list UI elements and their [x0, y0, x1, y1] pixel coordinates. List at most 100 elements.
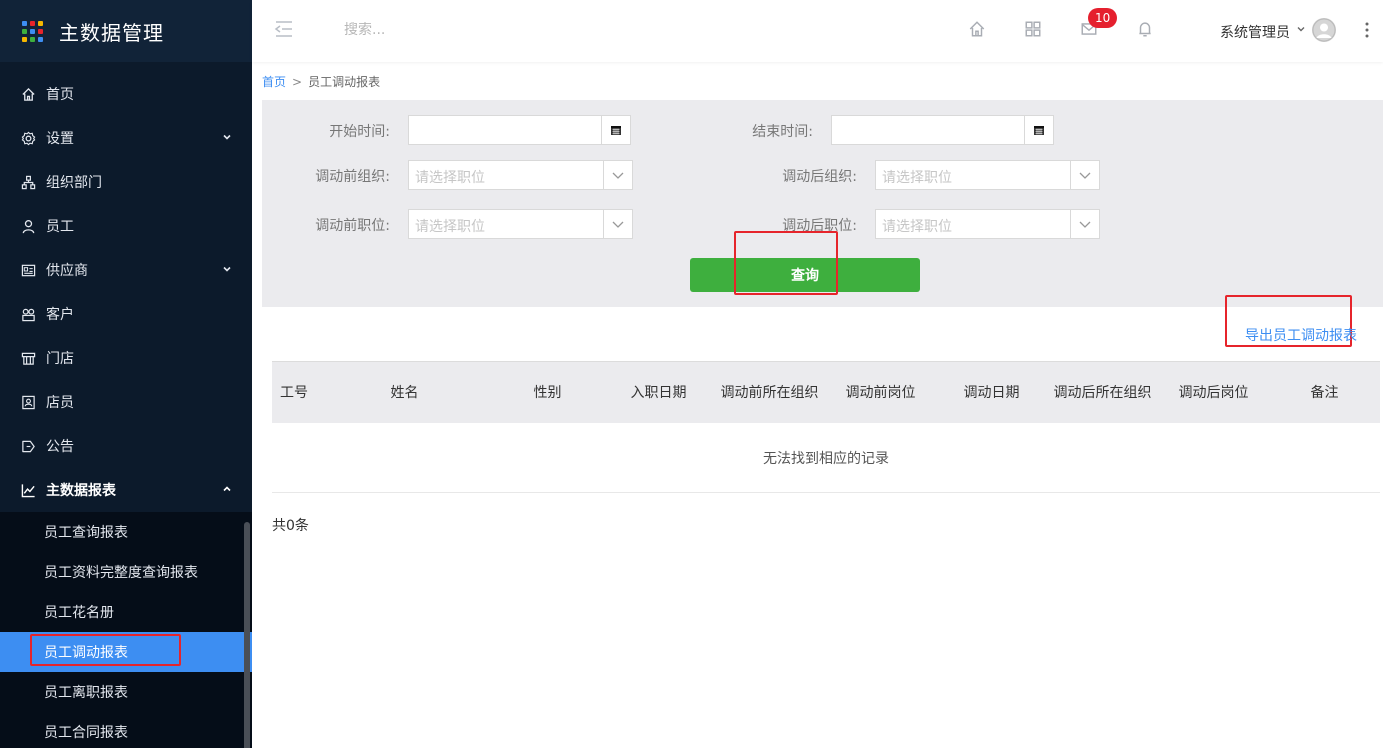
sidebar-item-label: 组织部门 [46, 175, 102, 191]
sidebar-item-label: 主数据报表 [46, 483, 116, 499]
pos-before-select[interactable]: 请选择职位 [408, 209, 633, 239]
column-header[interactable]: 调动后岗位 [1158, 378, 1269, 408]
chevron-down-icon[interactable] [1296, 22, 1306, 38]
breadcrumb-separator: > [292, 75, 303, 89]
breadcrumb-home[interactable]: 首页 [262, 75, 286, 89]
home-icon [20, 86, 36, 102]
org-before-label: 调动前组织: [315, 169, 390, 185]
bell-icon[interactable] [1136, 20, 1156, 40]
org-chart-icon [20, 174, 36, 190]
sidebar-item-supplier[interactable]: 供应商 [0, 248, 252, 292]
column-header[interactable]: 性别 [492, 378, 603, 408]
export-transfer-report-link[interactable]: 导出员工调动报表 [1245, 325, 1357, 345]
submenu-item-employee-roster[interactable]: 员工花名册 [0, 592, 252, 632]
end-time-label: 结束时间: [752, 124, 813, 140]
select-placeholder: 请选择职位 [415, 170, 485, 186]
submenu-item-employee-transfer-report[interactable]: 员工调动报表 [0, 632, 252, 672]
user-name[interactable]: 系统管理员 [1220, 22, 1290, 42]
org-before-select[interactable]: 请选择职位 [408, 160, 633, 190]
top-bar: 10 系统管理员 [252, 0, 1383, 62]
end-time-field[interactable] [831, 115, 1054, 145]
sidebar-item-label: 店员 [46, 395, 74, 411]
calendar-icon[interactable] [1024, 116, 1053, 144]
column-header[interactable]: 调动前岗位 [825, 378, 936, 408]
app-title: 主数据管理 [59, 20, 164, 45]
org-after-label: 调动后组织: [782, 169, 857, 185]
sidebar-item-employee[interactable]: 员工 [0, 204, 252, 248]
filter-panel: 开始时间: 结束时间: 调动前组织: 请选择职位 调动后组织: 请选择职位 调动… [262, 100, 1383, 307]
apps-grid-icon[interactable] [1024, 20, 1044, 40]
sidebar-item-customer[interactable]: 客户 [0, 292, 252, 336]
pos-before-label: 调动前职位: [315, 218, 390, 234]
chevron-down-icon[interactable] [1070, 161, 1099, 189]
avatar[interactable] [1312, 18, 1336, 42]
chevron-down-icon[interactable] [603, 210, 632, 238]
breadcrumb: 首页 > 员工调动报表 [262, 73, 380, 90]
notification-badge: 10 [1088, 8, 1118, 28]
chevron-up-icon [222, 482, 232, 498]
total-count: 共0条 [272, 518, 309, 534]
submenu-item-employee-query-report[interactable]: 员工查询报表 [0, 512, 252, 552]
chevron-down-icon [222, 262, 232, 278]
more-vertical-icon[interactable] [1362, 20, 1372, 44]
start-time-field[interactable] [408, 115, 631, 145]
sidebar-item-label: 首页 [46, 87, 74, 103]
sidebar-item-label: 门店 [46, 351, 74, 367]
column-header[interactable]: 调动前所在组织 [714, 378, 825, 408]
submenu-item-label: 员工合同报表 [44, 725, 128, 741]
breadcrumb-current: 员工调动报表 [308, 75, 381, 89]
sidebar-item-label: 供应商 [46, 263, 88, 279]
submenu-item-employee-resignation-report[interactable]: 员工离职报表 [0, 672, 252, 712]
grid-logo-icon [22, 20, 43, 42]
calendar-icon[interactable] [601, 116, 630, 144]
table-header: 工号 姓名 性别 入职日期 调动前所在组织 调动前岗位 调动日期 调动后所在组织… [272, 361, 1380, 423]
user-icon [20, 218, 36, 234]
pos-after-select[interactable]: 请选择职位 [875, 209, 1100, 239]
announcement-icon [20, 438, 36, 454]
column-header[interactable]: 备注 [1269, 378, 1380, 408]
submenu-item-label: 员工调动报表 [44, 645, 128, 661]
clerk-badge-icon [20, 394, 36, 410]
chevron-down-icon[interactable] [603, 161, 632, 189]
gear-icon [20, 130, 36, 146]
empty-message: 无法找到相应的记录 [763, 450, 889, 467]
app-logo[interactable]: 主数据管理 [0, 0, 252, 62]
sidebar-item-clerk[interactable]: 店员 [0, 380, 252, 424]
menu-collapse-icon[interactable] [274, 20, 294, 40]
pos-after-label: 调动后职位: [782, 218, 857, 234]
select-placeholder: 请选择职位 [882, 170, 952, 186]
submenu-item-label: 员工花名册 [44, 605, 114, 621]
submenu-item-label: 员工查询报表 [44, 525, 128, 541]
home-icon[interactable] [968, 20, 988, 40]
start-time-label: 开始时间: [329, 124, 390, 140]
query-button[interactable]: 查询 [690, 258, 920, 292]
column-header[interactable]: 入职日期 [603, 378, 714, 408]
sidebar-item-announcement[interactable]: 公告 [0, 424, 252, 468]
chevron-down-icon [222, 130, 232, 146]
sidebar-item-store[interactable]: 门店 [0, 336, 252, 380]
sidebar-item-home[interactable]: 首页 [0, 72, 252, 116]
search-input[interactable] [344, 22, 544, 38]
column-header[interactable]: 姓名 [317, 378, 492, 408]
sidebar: 主数据管理 首页 设置 组织部门 员工 供应商 客户 门店 店员 公告 主数据报… [0, 0, 252, 748]
sidebar-item-master-data-reports[interactable]: 主数据报表 [0, 468, 252, 512]
chevron-down-icon[interactable] [1070, 210, 1099, 238]
column-header[interactable]: 调动后所在组织 [1047, 378, 1158, 408]
table-empty-row: 无法找到相应的记录 [272, 423, 1380, 493]
sidebar-item-label: 客户 [46, 307, 74, 323]
supplier-card-icon [20, 262, 36, 278]
column-header[interactable]: 调动日期 [936, 378, 1047, 408]
submenu-item-label: 员工离职报表 [44, 685, 128, 701]
sidebar-item-org[interactable]: 组织部门 [0, 160, 252, 204]
sidebar-item-settings[interactable]: 设置 [0, 116, 252, 160]
submenu-item-profile-completeness-report[interactable]: 员工资料完整度查询报表 [0, 552, 252, 592]
reports-submenu: 员工查询报表 员工资料完整度查询报表 员工花名册 员工调动报表 员工离职报表 员… [0, 512, 252, 748]
org-after-select[interactable]: 请选择职位 [875, 160, 1100, 190]
column-header[interactable]: 工号 [272, 378, 317, 408]
sidebar-item-label: 设置 [46, 131, 74, 147]
sidebar-item-label: 公告 [46, 439, 74, 455]
submenu-item-employee-contract-report[interactable]: 员工合同报表 [0, 712, 252, 748]
sidebar-scrollbar[interactable] [244, 522, 250, 748]
sidebar-item-label: 员工 [46, 219, 74, 235]
submenu-item-label: 员工资料完整度查询报表 [44, 565, 198, 581]
